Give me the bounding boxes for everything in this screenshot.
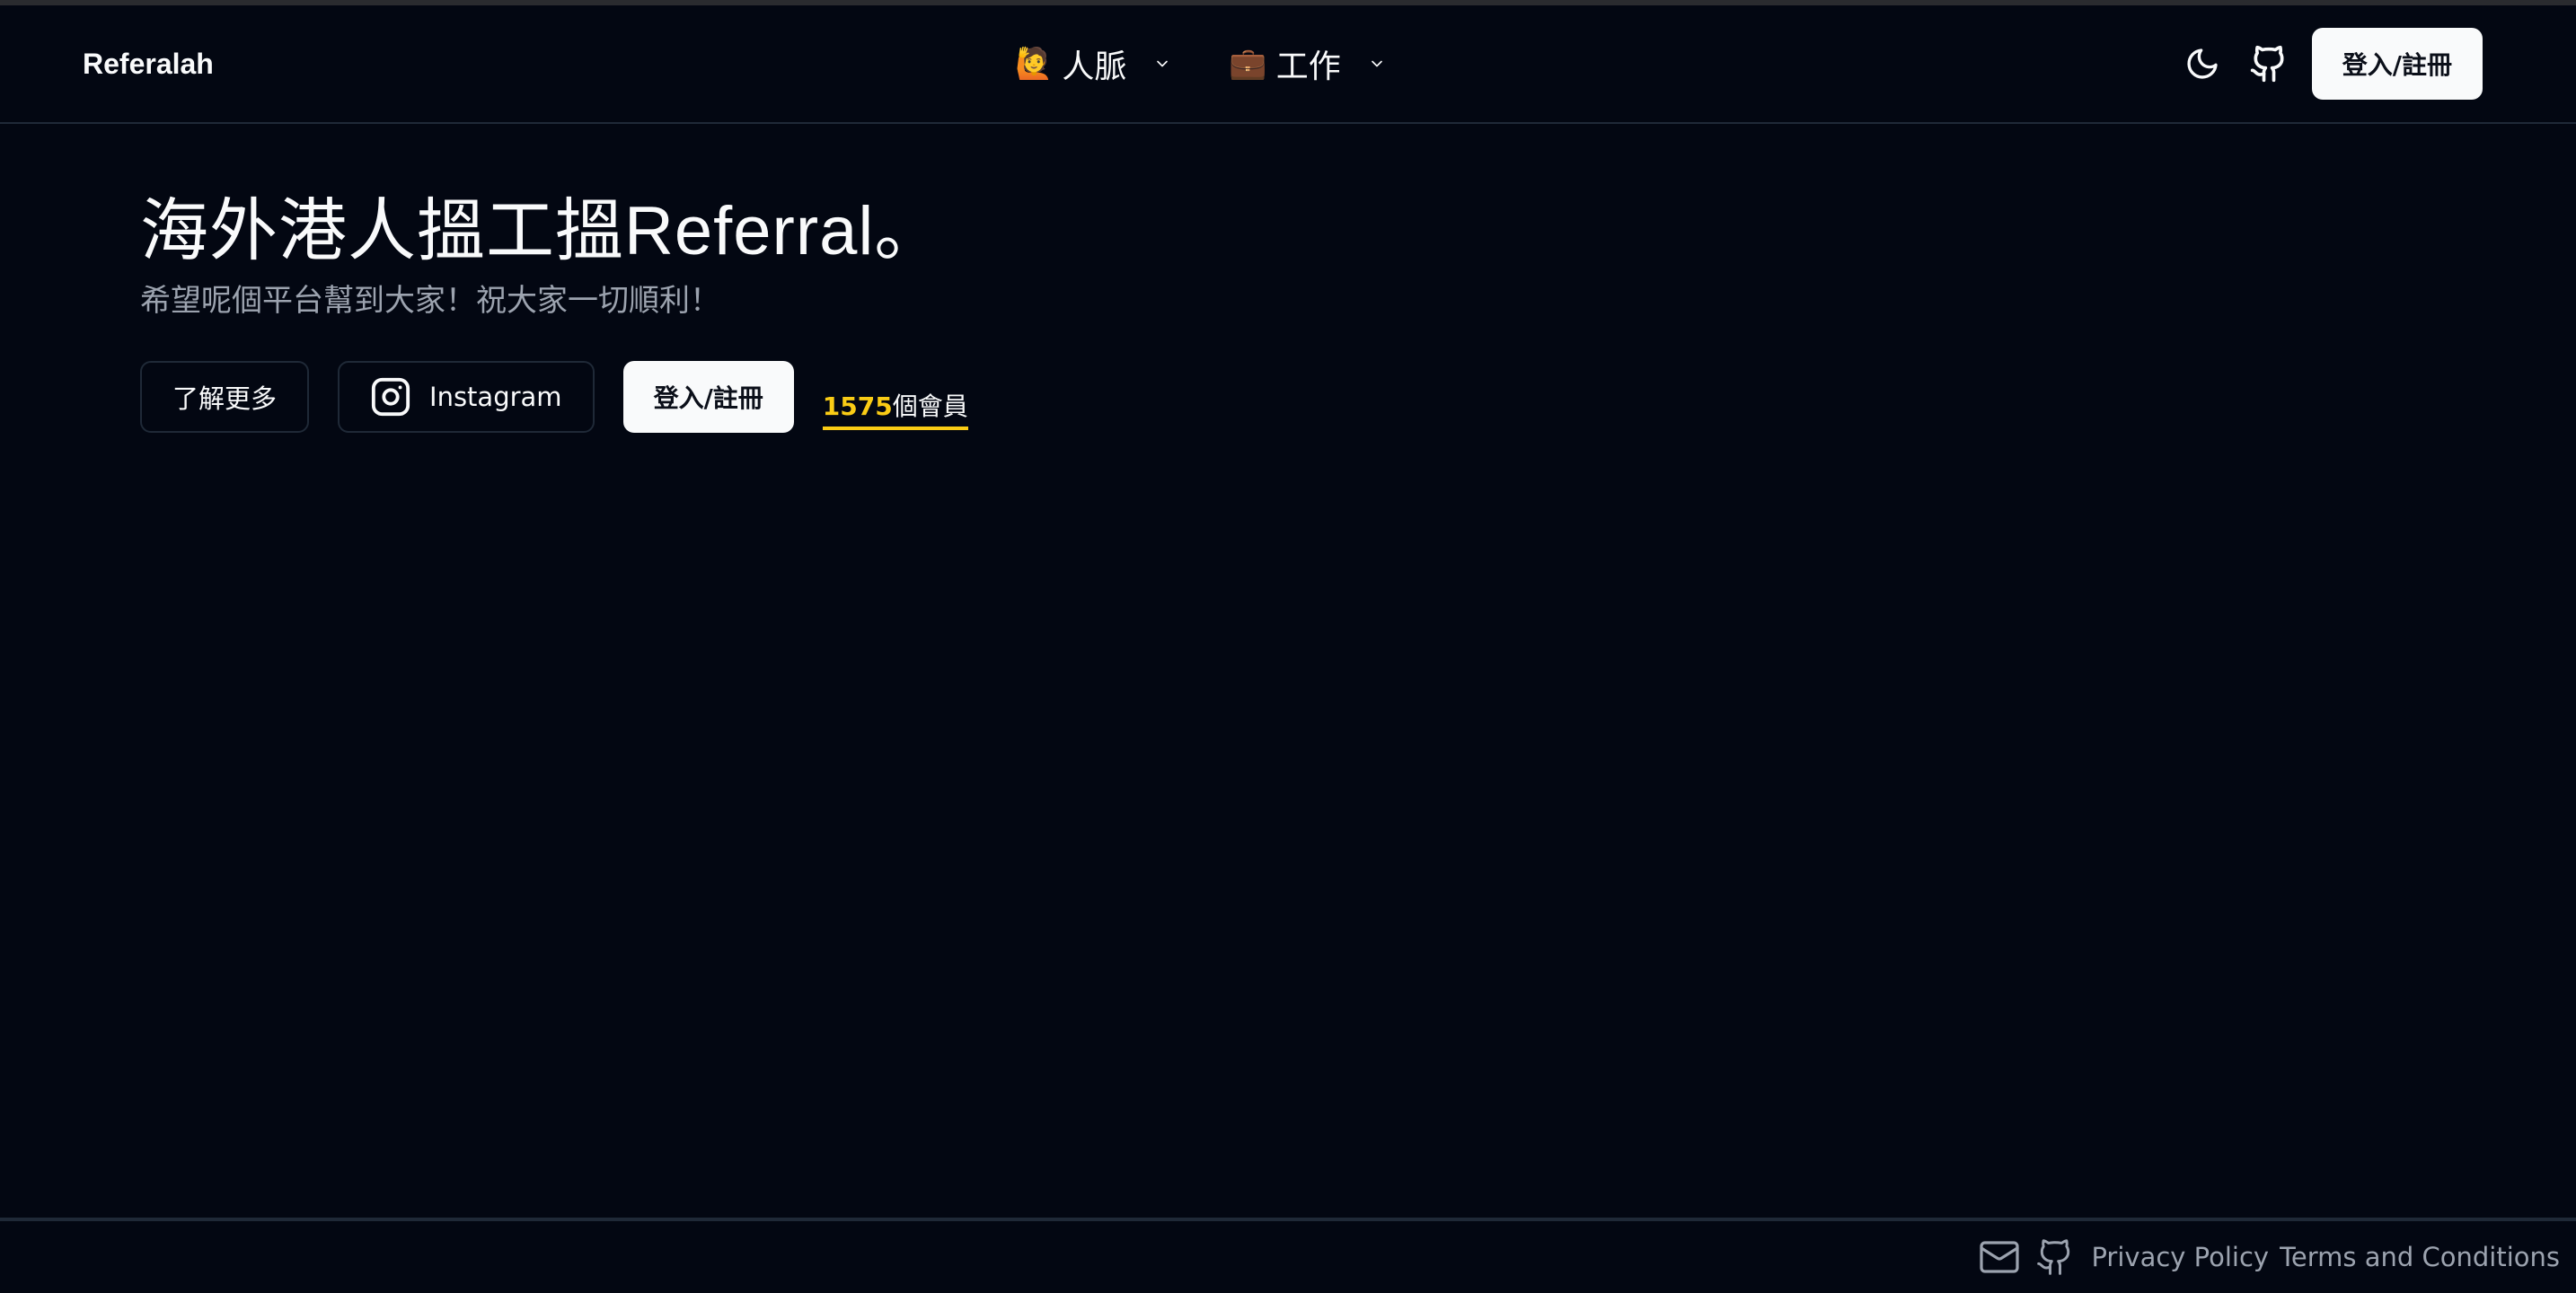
- chevron-down-icon: [1368, 55, 1386, 73]
- footer-text-links: Privacy Policy Terms and Conditions: [2091, 1242, 2560, 1272]
- member-count-unit: 個會員: [892, 391, 968, 421]
- brand-logo[interactable]: Referalah: [83, 5, 214, 122]
- nav-login-button[interactable]: 登入/註冊: [2311, 28, 2483, 100]
- briefcase-icon: 💼: [1229, 46, 1267, 82]
- page-footer: Privacy Policy Terms and Conditions: [0, 1218, 2576, 1293]
- footer-links-group: Privacy Policy Terms and Conditions: [1976, 1221, 2560, 1293]
- hero-section: 海外港人搵工搵Referral。 希望呢個平台幫到大家！祝大家一切順利！: [140, 185, 943, 321]
- nav-menu-jobs-label: 工作: [1275, 48, 1341, 85]
- instagram-icon: [370, 376, 411, 418]
- chevron-down-icon: [1153, 55, 1171, 73]
- member-count-link[interactable]: 1575 個會員: [822, 374, 968, 430]
- hero-actions: 了解更多 Instagram 登入/註冊 1575 個會員: [140, 361, 968, 433]
- learn-more-button[interactable]: 了解更多: [140, 361, 310, 433]
- theme-toggle-moon-icon[interactable]: [2179, 40, 2226, 87]
- nav-menu-jobs[interactable]: 💼 工作: [1229, 40, 1385, 87]
- privacy-policy-link[interactable]: Privacy Policy: [2091, 1242, 2269, 1272]
- member-count: 1575: [822, 391, 893, 421]
- raising-hand-icon: 🙋: [1015, 46, 1054, 82]
- instagram-button-label: Instagram: [429, 382, 562, 412]
- nav-actions: 登入/註冊: [2179, 5, 2483, 122]
- top-navbar: Referalah 🙋 人脈 💼 工作 登入/註冊: [0, 5, 2576, 124]
- hero-login-button[interactable]: 登入/註冊: [622, 361, 794, 433]
- hero-title: 海外港人搵工搵Referral。: [140, 193, 944, 269]
- terms-link[interactable]: Terms and Conditions: [2280, 1242, 2560, 1272]
- github-icon[interactable]: [2035, 1234, 2075, 1280]
- mail-icon[interactable]: [1976, 1234, 2023, 1280]
- nav-menu-network-label: 人脈: [1062, 48, 1127, 85]
- nav-menu-network[interactable]: 🙋 人脈: [1015, 40, 1171, 87]
- github-icon[interactable]: [2245, 40, 2292, 87]
- instagram-button[interactable]: Instagram: [338, 361, 595, 433]
- hero-subtitle: 希望呢個平台幫到大家！祝大家一切順利！: [140, 283, 720, 319]
- main-nav: 🙋 人脈 💼 工作: [1015, 5, 1386, 122]
